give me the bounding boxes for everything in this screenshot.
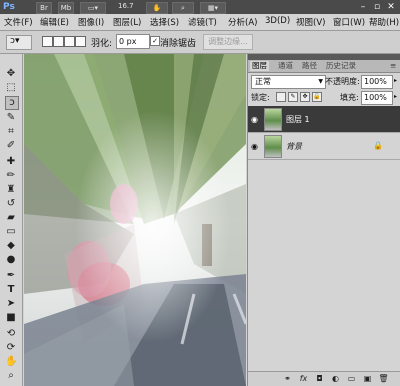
fx-icon[interactable]: fx: [298, 374, 309, 384]
healing-brush-tool-icon[interactable]: ✚: [5, 156, 17, 168]
layer-thumbnail: [264, 108, 282, 131]
subtract-selection-icon[interactable]: [64, 36, 75, 47]
add-mask-icon[interactable]: ◘: [314, 374, 325, 384]
menu-image[interactable]: 图像(I): [78, 16, 104, 28]
lock-icon: 🔒: [373, 141, 383, 150]
hand-tool-icon[interactable]: ✋: [5, 356, 17, 368]
anti-alias-checkbox[interactable]: ✓: [150, 36, 160, 46]
eyedropper-tool-icon[interactable]: ✐: [5, 140, 17, 152]
fill-slider-arrow-icon[interactable]: ▸: [392, 91, 399, 103]
tab-paths[interactable]: 路径: [300, 61, 319, 71]
menu-analysis[interactable]: 分析(A): [228, 16, 257, 28]
eye-icon[interactable]: ◉: [251, 142, 258, 151]
hand-view-button[interactable]: ✋: [146, 2, 168, 14]
zoom-tool-icon[interactable]: ⌕: [5, 370, 17, 382]
quick-select-tool-icon[interactable]: ✎: [5, 112, 17, 124]
maximize-button[interactable]: ▫: [370, 2, 384, 12]
opacity-input[interactable]: 100%: [361, 75, 393, 89]
feather-label: 羽化:: [91, 39, 113, 49]
opacity-label: 不透明度:: [325, 77, 360, 86]
panel-menu-icon[interactable]: ≡: [388, 61, 398, 71]
lock-transparency-icon[interactable]: [276, 92, 286, 102]
minibridge-button[interactable]: Mb: [58, 2, 74, 14]
menu-select[interactable]: 选择(S): [150, 16, 179, 28]
document-canvas[interactable]: [24, 54, 246, 386]
dodge-tool-icon[interactable]: ●: [5, 254, 17, 266]
marquee-tool-icon[interactable]: ⬚: [5, 82, 17, 94]
layers-panel: 图层 通道 路径 历史记录 ≡ 正常 ▼ 不透明度: 100% ▸ 锁定: ✎ …: [247, 54, 400, 386]
tools-panel: ✥ ⬚ ↄ ✎ ⌗ ✐ ✚ ✏ ♜ ↺ ▰ ▭ ◆ ● ✒ T ➤ ■ ⟲ ⟳ …: [0, 54, 23, 386]
application-bar: Ps Br Mb ▭▾ 16.7 ✋ ⌕ ▦▾ – ▫ ✕: [0, 0, 400, 14]
3d-rotate-tool-icon[interactable]: ⟲: [5, 328, 17, 340]
menu-filter[interactable]: 滤镜(T): [188, 16, 217, 28]
new-group-icon[interactable]: ▭: [346, 374, 357, 384]
3d-camera-tool-icon[interactable]: ⟳: [5, 342, 17, 354]
opacity-slider-arrow-icon[interactable]: ▸: [392, 75, 399, 87]
photoshop-logo: Ps: [3, 2, 15, 12]
fill-label: 填充:: [340, 93, 359, 102]
feather-input[interactable]: 0 px: [116, 34, 150, 49]
panel-tabs: 图层 通道 路径 历史记录 ≡: [248, 60, 400, 73]
options-bar: ↄ▾ 羽化: 0 px ✓ 消除锯齿 调整边缘...: [0, 31, 400, 54]
clone-stamp-tool-icon[interactable]: ♜: [5, 184, 17, 196]
path-select-tool-icon[interactable]: ➤: [5, 298, 17, 310]
bridge-button[interactable]: Br: [36, 2, 52, 14]
tool-preset-picker[interactable]: ↄ▾: [6, 35, 32, 50]
type-tool-icon[interactable]: T: [5, 284, 17, 296]
layer-name[interactable]: 背景: [286, 141, 302, 152]
fill-input[interactable]: 100%: [361, 91, 393, 105]
intersect-selection-icon[interactable]: [75, 36, 86, 47]
trash-icon[interactable]: 🗑: [378, 374, 389, 384]
layer-name[interactable]: 图层 1: [286, 114, 310, 125]
zoom-blurred-street-photo: [24, 54, 246, 386]
layers-panel-footer: ⚭ fx ◘ ◐ ▭ ▣ 🗑: [248, 371, 400, 386]
layer-thumbnail: [264, 135, 282, 158]
close-window-button[interactable]: ✕: [384, 2, 398, 12]
add-selection-icon[interactable]: [53, 36, 64, 47]
crop-tool-icon[interactable]: ⌗: [5, 126, 17, 138]
blend-mode-select[interactable]: 正常 ▼: [251, 75, 326, 89]
menu-3d[interactable]: 3D(D): [265, 16, 290, 26]
history-brush-tool-icon[interactable]: ↺: [5, 198, 17, 210]
zoom-view-button[interactable]: ⌕: [172, 2, 194, 14]
minimize-button[interactable]: –: [356, 2, 370, 12]
menu-bar: 文件(F) 编辑(E) 图像(I) 图层(L) 选择(S) 滤镜(T) 分析(A…: [0, 14, 400, 31]
blur-tool-icon[interactable]: ◆: [5, 240, 17, 252]
refine-edge-button[interactable]: 调整边缘...: [203, 34, 253, 50]
anti-alias-label: 消除锯齿: [160, 39, 197, 49]
gradient-tool-icon[interactable]: ▭: [5, 226, 17, 238]
lock-label: 锁定:: [251, 93, 270, 102]
blend-mode-value: 正常: [255, 77, 271, 86]
brush-tool-icon[interactable]: ✏: [5, 170, 17, 182]
extras-button[interactable]: ▭▾: [80, 2, 106, 14]
menu-help[interactable]: 帮助(H): [369, 16, 399, 28]
new-layer-icon[interactable]: ▣: [362, 374, 373, 384]
layer-row-background[interactable]: ◉ 背景 🔒: [248, 133, 400, 160]
move-tool-icon[interactable]: ✥: [5, 68, 17, 80]
eye-icon[interactable]: ◉: [251, 115, 258, 124]
new-selection-icon[interactable]: [42, 36, 53, 47]
lock-all-icon[interactable]: 🔒: [312, 92, 322, 102]
menu-window[interactable]: 窗口(W): [333, 16, 365, 28]
lock-pixels-icon[interactable]: ✎: [288, 92, 298, 102]
menu-file[interactable]: 文件(F): [4, 16, 33, 28]
arrange-documents-button[interactable]: ▦▾: [200, 2, 226, 14]
adjustment-layer-icon[interactable]: ◐: [330, 374, 341, 384]
lock-position-icon[interactable]: ✥: [300, 92, 310, 102]
menu-layer[interactable]: 图层(L): [113, 16, 141, 28]
lasso-icon: ↄ▾: [10, 36, 20, 46]
shape-tool-icon[interactable]: ■: [5, 312, 17, 324]
link-layers-icon[interactable]: ⚭: [282, 374, 293, 384]
tab-channels[interactable]: 通道: [276, 61, 295, 71]
eraser-tool-icon[interactable]: ▰: [5, 212, 17, 224]
menu-view[interactable]: 视图(V): [296, 16, 325, 28]
tab-layers[interactable]: 图层: [250, 61, 269, 71]
layer-row-layer1[interactable]: ◉ 图层 1: [248, 106, 400, 133]
tab-history[interactable]: 历史记录: [324, 61, 358, 71]
menu-edit[interactable]: 编辑(E): [40, 16, 69, 28]
lasso-tool-icon[interactable]: ↄ: [5, 96, 19, 110]
zoom-level[interactable]: 16.7: [118, 2, 134, 10]
chevron-down-icon: ▼: [318, 78, 323, 85]
pen-tool-icon[interactable]: ✒: [5, 270, 17, 282]
